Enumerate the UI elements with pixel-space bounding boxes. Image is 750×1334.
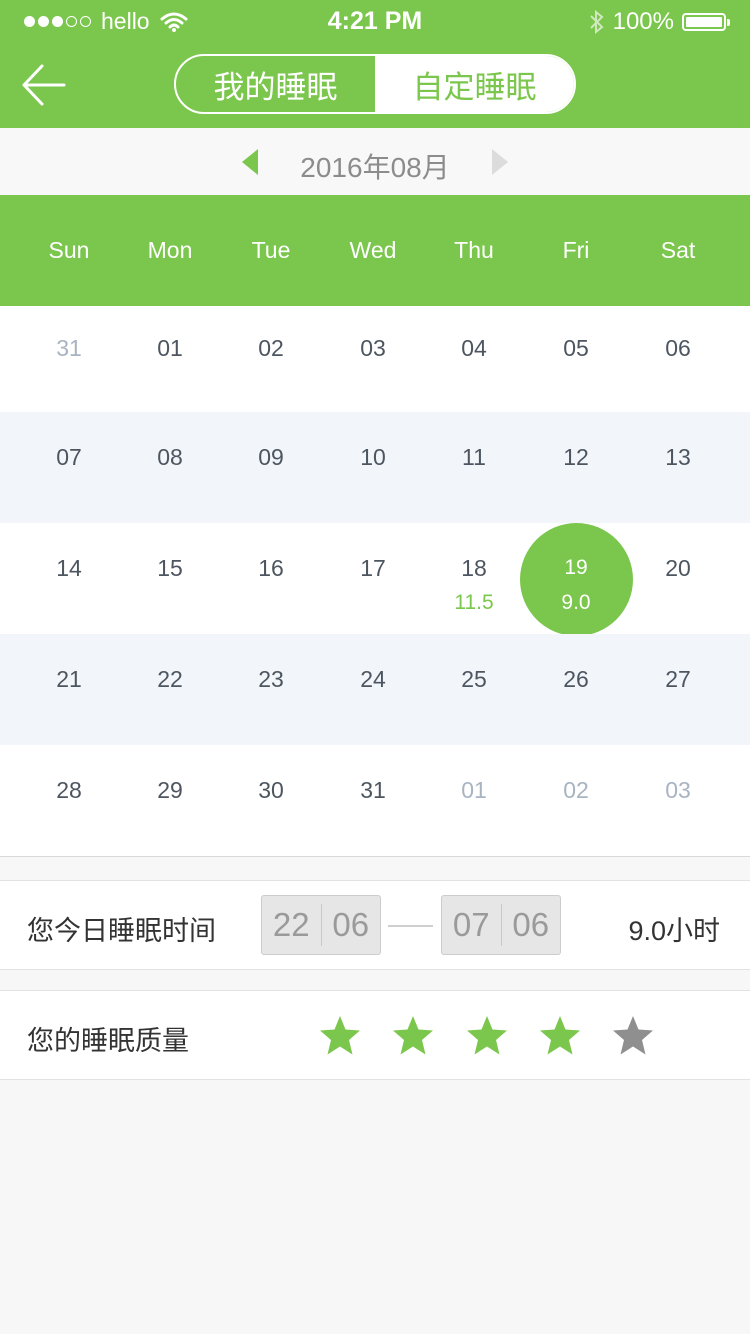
weekday-label: Tue (251, 237, 291, 263)
calendar-day[interactable]: 14 (19, 555, 119, 582)
star-icon[interactable] (465, 1014, 509, 1058)
calendar-day[interactable]: 01 (424, 777, 524, 804)
battery-level (686, 17, 722, 27)
calendar-day[interactable]: 29 (120, 777, 220, 804)
prev-month-arrow-icon[interactable] (242, 149, 258, 175)
star-icon[interactable] (391, 1014, 435, 1058)
calendar-day[interactable]: 17 (323, 555, 423, 582)
weekday-label: Wed (349, 237, 397, 263)
bluetooth-icon (589, 9, 604, 35)
sleep-quality-panel: 您的睡眠质量 (0, 990, 750, 1080)
calendar-day[interactable]: 08 (120, 444, 220, 471)
battery-icon (682, 13, 730, 31)
time-range-dash (388, 925, 433, 927)
calendar-day[interactable]: 27 (628, 666, 728, 693)
next-month-arrow-icon[interactable] (492, 149, 508, 175)
weekday-label: Mon (147, 237, 193, 263)
weekday-header: Sun Mon Tue Wed Thu Fri Sat (0, 195, 750, 306)
calendar-day[interactable]: 24 (323, 666, 423, 693)
calendar-day[interactable]: 19 (526, 556, 626, 580)
divider (0, 856, 750, 857)
month-label: 2016年08月 (300, 152, 450, 183)
calendar-day[interactable]: 21 (19, 666, 119, 693)
calendar-day[interactable]: 03 (628, 777, 728, 804)
battery-percent: 100% (612, 8, 674, 35)
calendar-day[interactable]: 06 (628, 335, 728, 362)
sleep-time-label: 您今日睡眠时间 (27, 916, 216, 946)
calendar-day[interactable]: 25 (424, 666, 524, 693)
sleep-quality-label: 您的睡眠质量 (27, 1026, 189, 1056)
sleep-time-panel: 您今日睡眠时间 22 06 07 06 9.0小时 (0, 880, 750, 970)
star-icon[interactable] (318, 1014, 362, 1058)
calendar-day[interactable]: 16 (221, 555, 321, 582)
start-time-picker[interactable]: 22 06 (261, 895, 381, 955)
tab-my-sleep[interactable]: 我的睡眠 (176, 56, 375, 112)
sleep-hours-value: 9.0 (561, 591, 591, 614)
weekday-label: Thu (454, 237, 494, 263)
month-navigation: 2016年08月 (0, 128, 750, 195)
weekday-label: Fri (562, 237, 590, 263)
calendar-day[interactable]: 04 (424, 335, 524, 362)
calendar-day[interactable]: 31 (19, 335, 119, 362)
tab-custom-sleep[interactable]: 自定睡眠 (375, 56, 574, 112)
star-icon[interactable] (538, 1014, 582, 1058)
calendar-day[interactable]: 22 (120, 666, 220, 693)
calendar-day[interactable]: 01 (120, 335, 220, 362)
calendar-week-row: 14 15 16 17 18 11.5 19 9.0 20 (0, 523, 750, 636)
sleep-mode-segmented-control: 我的睡眠 自定睡眠 (174, 54, 576, 114)
calendar-day[interactable]: 28 (19, 777, 119, 804)
weekday-label: Sun (48, 237, 90, 263)
calendar-day[interactable]: 31 (323, 777, 423, 804)
start-minute[interactable]: 06 (322, 896, 381, 954)
weekday-label: Sat (660, 237, 696, 263)
calendar-day[interactable]: 30 (221, 777, 321, 804)
calendar-day[interactable]: 09 (221, 444, 321, 471)
calendar-day[interactable]: 10 (323, 444, 423, 471)
star-icon[interactable] (611, 1014, 655, 1058)
end-minute[interactable]: 06 (502, 896, 561, 954)
header-bar: hello 4:21 PM 100% 我的睡眠 自定睡眠 (0, 0, 750, 128)
calendar-week-row: 07 08 09 10 11 12 13 (0, 412, 750, 523)
end-time-picker[interactable]: 07 06 (441, 895, 561, 955)
calendar-day[interactable]: 03 (323, 335, 423, 362)
calendar-day[interactable]: 12 (526, 444, 626, 471)
calendar-day[interactable]: 20 (628, 555, 728, 582)
calendar-day[interactable]: 15 (120, 555, 220, 582)
calendar-day[interactable]: 26 (526, 666, 626, 693)
calendar-day[interactable]: 18 (424, 555, 524, 582)
calendar-day[interactable]: 13 (628, 444, 728, 471)
calendar-day[interactable]: 23 (221, 666, 321, 693)
sleep-total-hours: 9.0小时 (628, 916, 720, 946)
calendar-week-row: 21 22 23 24 25 26 27 (0, 634, 750, 745)
calendar-week-row: 31 01 02 03 04 05 06 (0, 306, 750, 412)
sleep-hours-value: 11.5 (454, 591, 494, 614)
calendar-day[interactable]: 02 (221, 335, 321, 362)
status-bar: hello 4:21 PM 100% (0, 0, 750, 42)
calendar-day[interactable]: 05 (526, 335, 626, 362)
calendar-day[interactable]: 11 (424, 444, 524, 471)
end-hour[interactable]: 07 (442, 896, 501, 954)
calendar-week-row: 28 29 30 31 01 02 03 (0, 745, 750, 856)
calendar-day[interactable]: 02 (526, 777, 626, 804)
start-hour[interactable]: 22 (262, 896, 321, 954)
calendar-day[interactable]: 07 (19, 444, 119, 471)
back-arrow-icon[interactable] (20, 62, 66, 108)
